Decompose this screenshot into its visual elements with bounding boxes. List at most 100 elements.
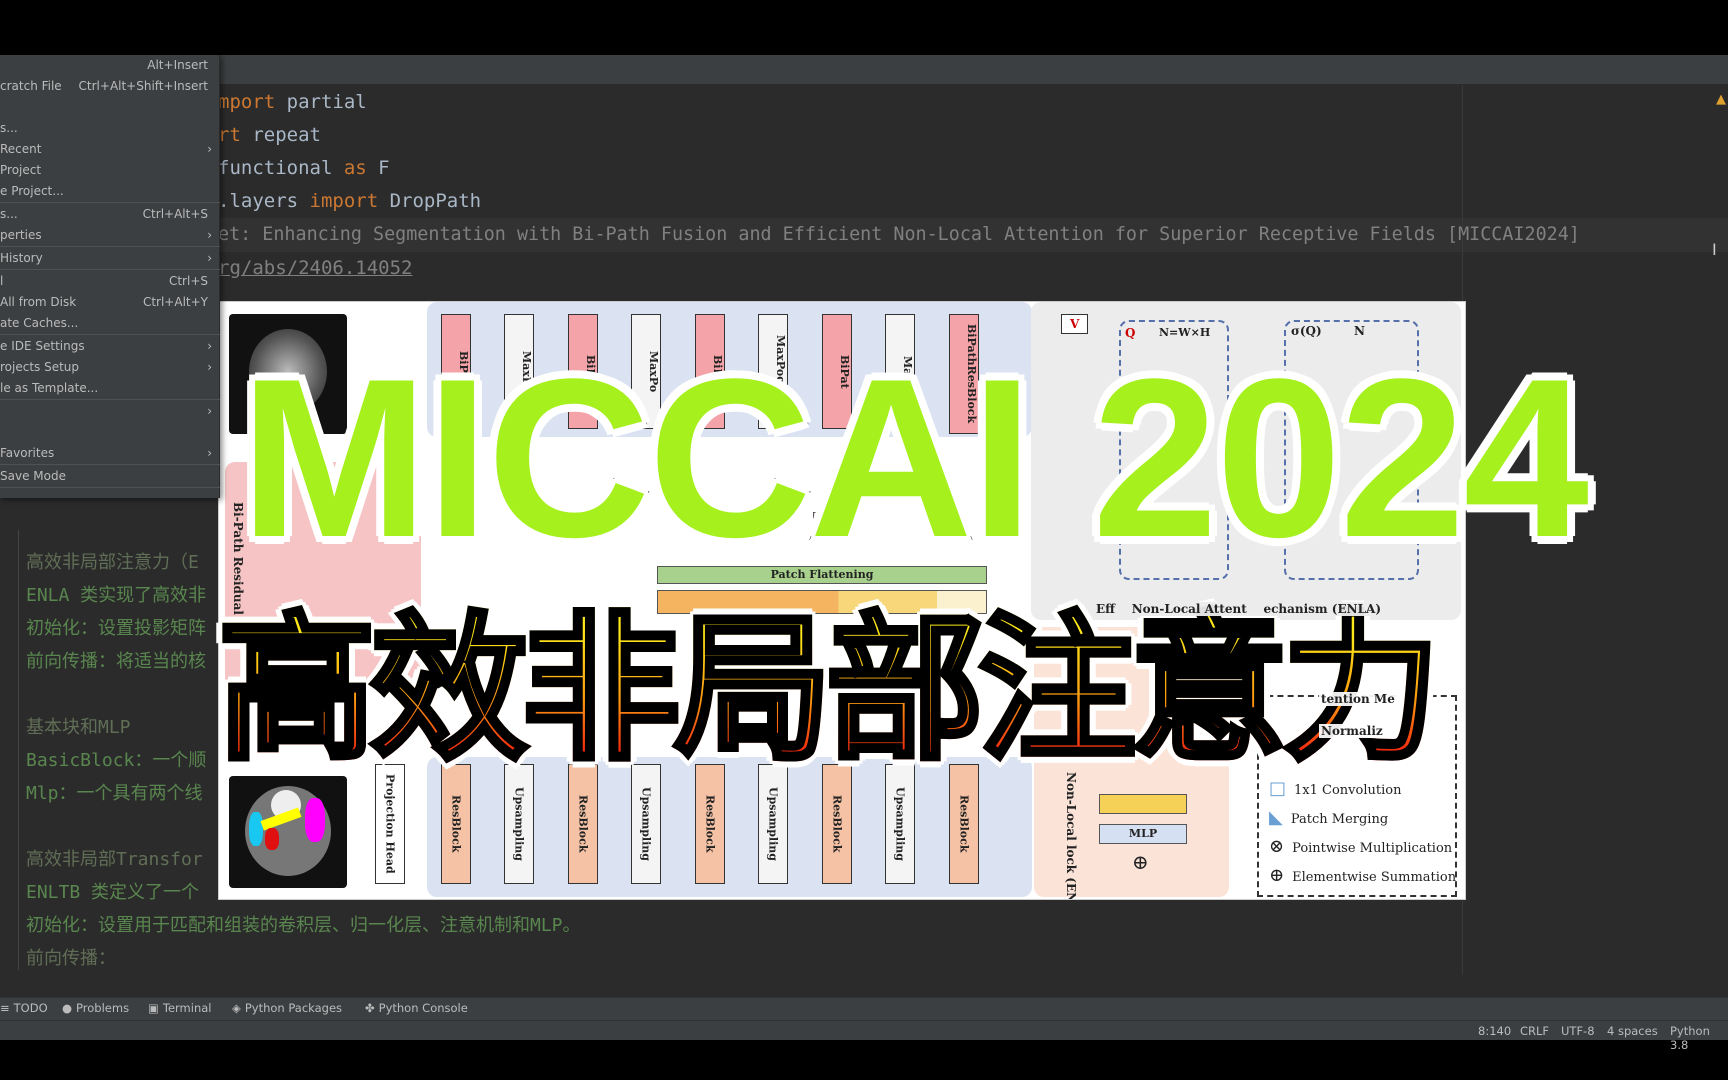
tool-window-label: Terminal [162,1001,212,1015]
file-encoding[interactable]: UTF-8 [1561,1024,1595,1038]
oplus-icon: ⊕ [1132,850,1149,874]
menu-separator [0,334,220,335]
menu-item-shortcut: Ctrl+S [168,274,208,288]
legend-label: 1x1 Convolution [1294,783,1402,798]
menu-item[interactable]: ate Caches... [0,313,220,334]
legend-item: ⊕ Elementwise Summation [1269,865,1456,886]
menu-item[interactable]: s... Ctrl+Alt+S [0,204,220,225]
paper-link[interactable]: rg/abs/2406.14052 [218,254,412,282]
menu-item[interactable]: Save Mode [0,466,220,487]
menu-item-label: cratch File [0,79,62,93]
menu-separator [0,202,220,203]
overlay-title-english: MICCAI 2024 [236,331,1593,584]
docstring-line: 基本块和MLP [26,717,131,738]
trapezoid-icon: ◣ [1269,807,1283,828]
menu-item[interactable]: e Project... [0,181,220,202]
menu-item-label: Favorites [0,446,55,460]
code-line: rt repeat [218,124,321,146]
menu-separator [0,399,220,400]
docstring-title: et: Enhancing Segmentation with Bi-Path … [218,224,1580,245]
tool-window-label: Python Packages [244,1001,343,1015]
code-line: functional as F [218,157,390,179]
menu-item[interactable]: Favorites › [0,443,220,464]
decoder-block: ResBlock [695,764,725,884]
top-black-bar [0,0,1728,55]
python-interpreter[interactable]: Python 3.8 [1670,1024,1728,1052]
menu-item[interactable]: rojects Setup › [0,357,220,378]
docstring-line: ENLA 类实现了高效非 [26,585,207,606]
menu-item[interactable]: s... [0,118,220,139]
docstring-line: 初始化：设置用于匹配和组装的卷积层、归一化层、注意机制和MLP。 [26,915,581,936]
decoder-block: ResBlock [822,764,852,884]
menu-separator [0,464,220,465]
chevron-right-icon: › [207,446,212,460]
menu-item-label: le as Template... [0,381,99,395]
line-separator[interactable]: CRLF [1520,1024,1549,1038]
norm-block [1099,794,1187,814]
decoder-block: ResBlock [441,764,471,884]
menu-item[interactable]: e IDE Settings › [0,336,220,357]
menu-item[interactable]: History › [0,248,220,269]
menu-item[interactable]: perties › [0,225,220,246]
menu-item[interactable]: Alt+Insert [0,55,220,76]
warning-icon[interactable]: ▲ [1716,92,1726,107]
docstring-line: 初始化：设置投影矩阵 [26,618,206,639]
docstring-line: BasicBlock：一个顺 [26,750,207,771]
tool-window-label: TODO [13,1001,48,1015]
chevron-right-icon: › [207,142,212,156]
menu-separator [0,246,220,247]
menu-item-label: rojects Setup [0,360,80,374]
menu-item-shortcut: Ctrl+Alt+Y [142,295,208,309]
normalization-label: Normaliz [1319,724,1385,738]
ct-segmentation-output-image [229,776,347,888]
menu-item[interactable]: All from Disk Ctrl+Alt+Y [0,292,220,313]
menu-item[interactable] [0,97,220,118]
chevron-right-icon: › [207,228,212,242]
overlay-title-chinese: 高效非局部注意力 [216,598,1443,783]
packages-icon: ◈ [232,1001,241,1015]
menu-item-label: All from Disk [0,295,77,309]
menu-item-label: ate Caches... [0,316,79,330]
menu-item-label: Save Mode [0,469,66,483]
list-icon: ≡ [0,1001,10,1015]
docstring-line: 前向传播： [26,948,116,969]
tool-window-label: Problems [76,1001,130,1015]
menu-item-label: e IDE Settings [0,339,85,353]
menu-item[interactable] [0,422,220,443]
editor-tab-bar [0,55,1728,85]
menu-item[interactable]: Project [0,160,220,181]
terminal-icon: ▣ [148,1001,159,1015]
menu-separator [0,269,220,270]
tool-window-todo[interactable]: ≡ TODO [0,1001,48,1015]
indent-setting[interactable]: 4 spaces [1607,1024,1658,1038]
problems-icon: ● [62,1001,73,1015]
caret-position[interactable]: 8:140 [1478,1024,1511,1038]
menu-item-label: s... [0,207,18,221]
legend-label: Pointwise Multiplication [1292,841,1453,856]
menu-item-label: l [0,274,4,288]
tool-window-python-packages[interactable]: ◈ Python Packages [232,1001,342,1015]
mlp-block: MLP [1099,824,1187,844]
menu-item[interactable]: Recent › [0,139,220,160]
menu-item[interactable]: cratch File Ctrl+Alt+Shift+Insert [0,76,220,97]
tool-window-terminal[interactable]: ▣ Terminal [148,1001,211,1015]
legend-item: ⊗ Pointwise Multiplication [1269,836,1452,857]
menu-item[interactable]: le as Template... [0,378,220,399]
menu-item-shortcut: Alt+Insert [147,58,208,72]
text-cursor-icon: I [1712,240,1717,259]
decoder-block: Upsampling [504,764,534,884]
enltb-label: Non-Local lock (ENLTB) [1064,772,1078,900]
chevron-right-icon: › [207,251,212,265]
menu-item[interactable]: › [0,401,220,422]
chevron-right-icon: › [207,339,212,353]
docstring-line: Mlp：一个具有两个线 [26,783,203,804]
code-line: mport partial [218,91,367,113]
tool-window-problems[interactable]: ● Problems [62,1001,129,1015]
menu-item[interactable]: l Ctrl+S [0,271,220,292]
menu-item-label: Project [0,163,42,177]
tool-window-python-console[interactable]: ✤ Python Console [365,1001,468,1015]
docstring-line: 前向传播：将适当的核 [26,651,206,672]
docstring-line: ENLTB 类定义了一个 [26,882,200,903]
menu-item-label: e Project... [0,184,64,198]
legend-label: Elementwise Summation [1292,870,1457,885]
